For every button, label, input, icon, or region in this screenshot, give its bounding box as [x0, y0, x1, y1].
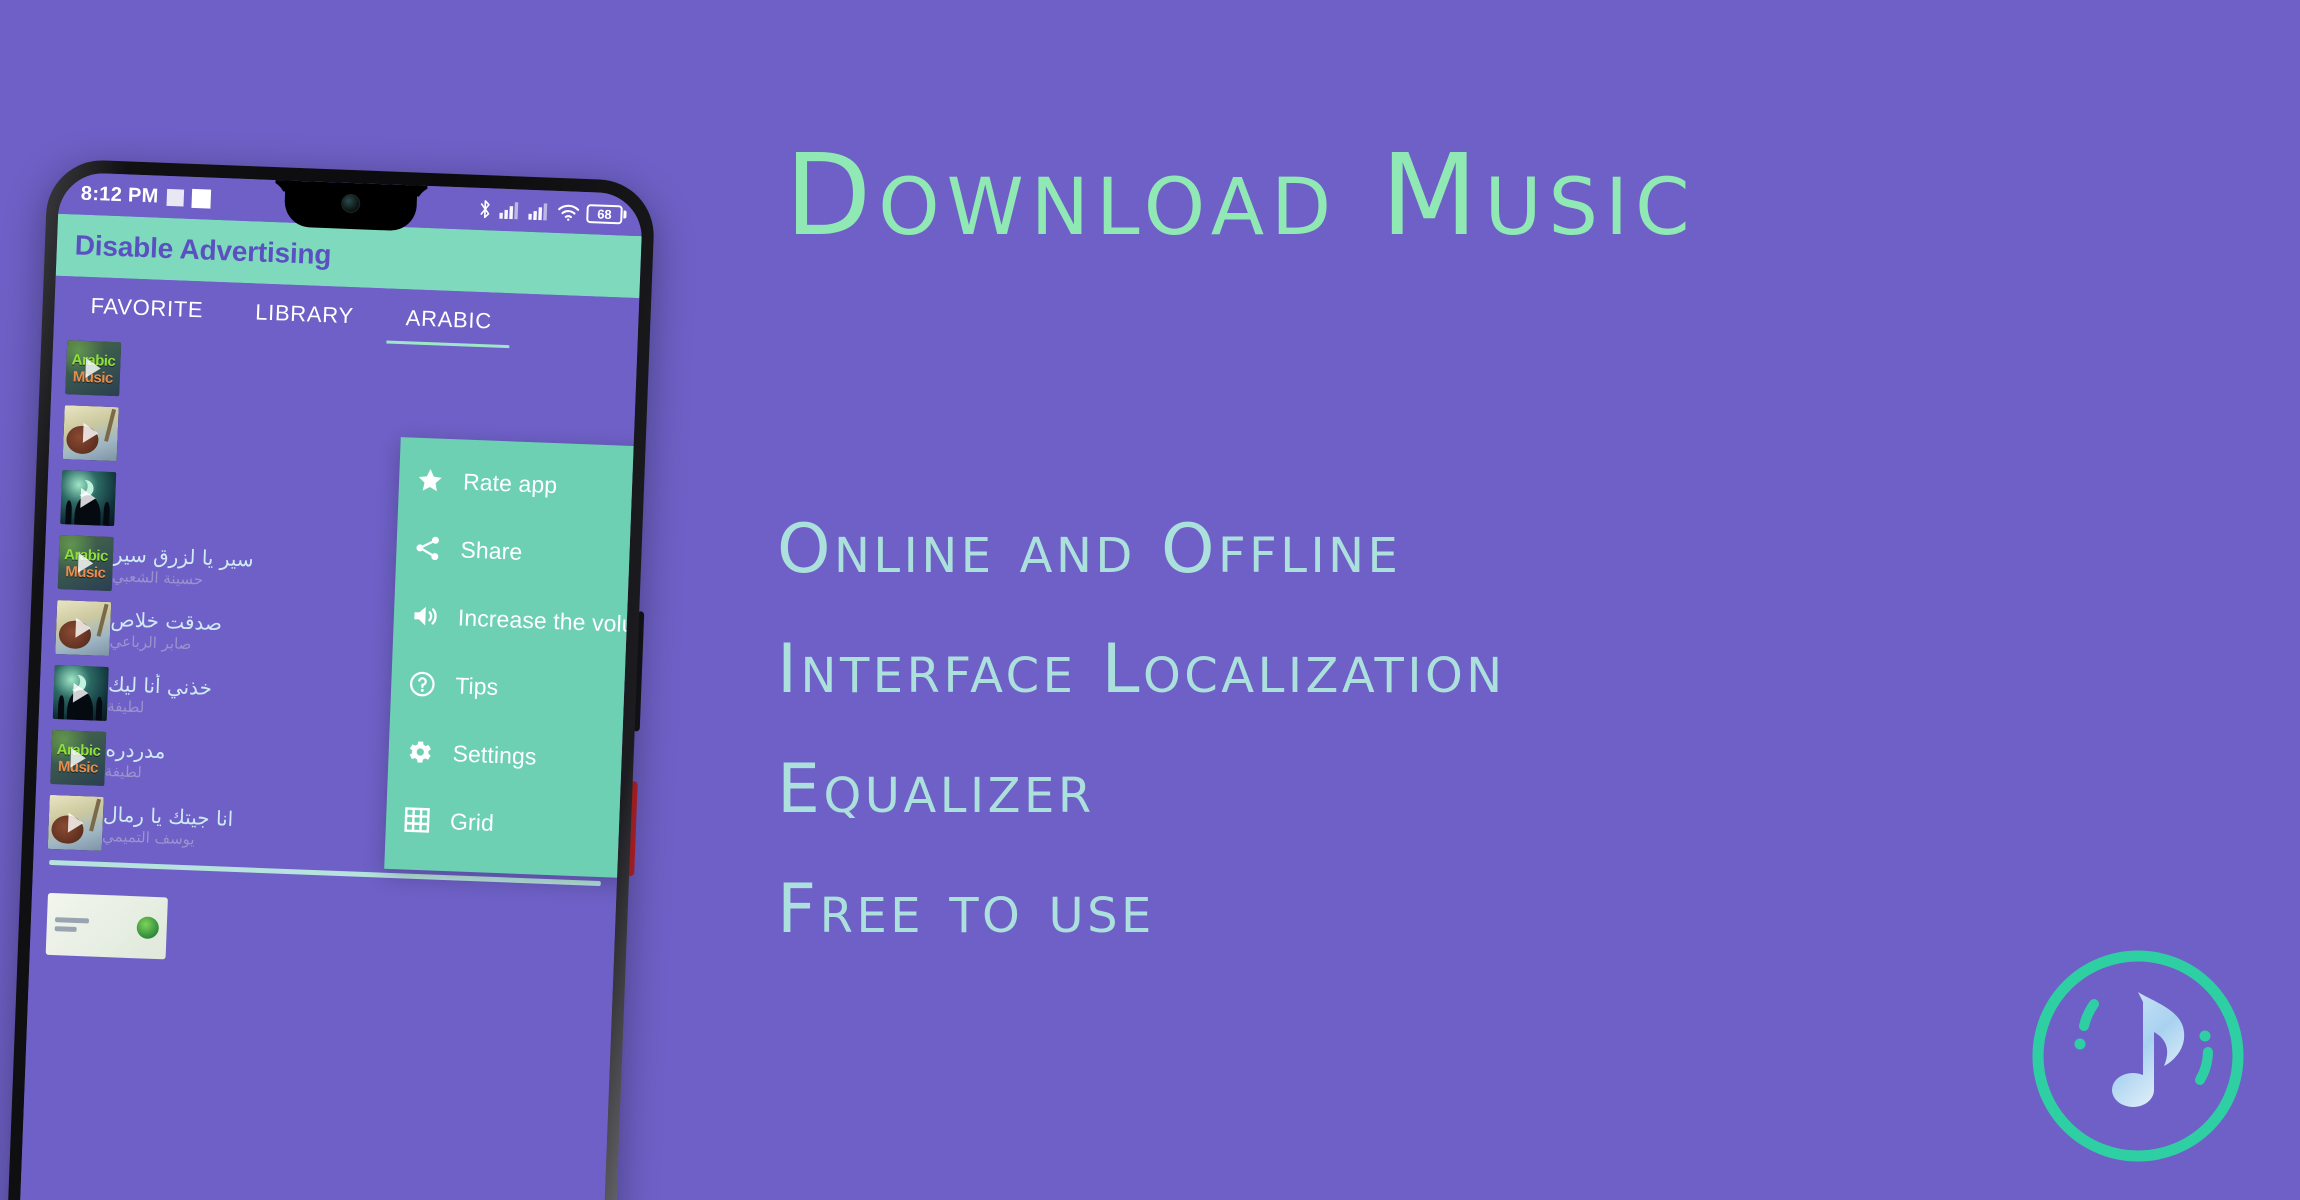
feature-item: Free to use	[777, 870, 1155, 949]
ad-banner-slot[interactable]	[45, 879, 600, 990]
notification-square-bright-icon	[191, 188, 211, 209]
album-art-thumbnail[interactable]	[55, 599, 112, 656]
tab-library[interactable]: LIBRARY	[228, 282, 381, 346]
page-title: Download Music	[785, 131, 1697, 261]
menu-item-settings[interactable]: Settings	[387, 717, 643, 796]
tab-favorite[interactable]: FAVORITE	[63, 276, 230, 340]
gear-icon	[404, 736, 435, 767]
song-artist: يوسف التميمي	[101, 826, 195, 848]
song-artist: لطيفة	[104, 761, 143, 781]
feature-item: Online and Offline	[777, 510, 1402, 589]
play-icon	[82, 422, 99, 443]
feature-item: Interface Localization	[777, 630, 1506, 709]
battery-level: 68	[586, 203, 623, 224]
play-icon	[85, 357, 102, 378]
signal-bars-icon	[528, 202, 551, 221]
album-art-thumbnail[interactable]	[52, 664, 109, 721]
status-clock: 8:12 PM	[80, 182, 159, 208]
album-art-thumbnail[interactable]: Arabic Music	[50, 729, 107, 786]
front-camera-icon	[340, 193, 361, 214]
notification-square-icon	[166, 188, 184, 207]
share-icon	[412, 533, 443, 564]
signal-bars-icon	[499, 201, 522, 220]
overflow-menu[interactable]: Rate app Share Increase the volume Tips …	[384, 437, 644, 880]
menu-item-grid[interactable]: Grid	[385, 785, 643, 864]
phone-body: 8:12 PM 68 Disable Advertising FAVORITE …	[5, 158, 656, 1200]
phone-mockup: 8:12 PM 68 Disable Advertising FAVORITE …	[5, 158, 656, 1200]
menu-item-increase-the-volume[interactable]: Increase the volume	[393, 581, 644, 660]
menu-item-share[interactable]: Share	[395, 513, 643, 592]
album-art-thumbnail[interactable]	[47, 794, 104, 851]
help-circle-icon	[407, 669, 438, 700]
phone-screen: 8:12 PM 68 Disable Advertising FAVORITE …	[17, 171, 644, 1200]
globe-icon	[136, 916, 160, 940]
volume-icon	[409, 601, 440, 632]
song-artist: حسينة الشعبي	[111, 566, 204, 589]
play-icon	[67, 812, 84, 833]
play-icon	[70, 747, 87, 768]
menu-item-label: Increase the volume	[457, 603, 644, 638]
grid-icon	[402, 804, 433, 835]
play-icon	[77, 552, 94, 573]
phone-notch	[283, 180, 418, 232]
menu-item-label: Rate app	[462, 468, 558, 498]
feature-item: Equalizer	[777, 750, 1095, 829]
ad-text-placeholder	[54, 917, 90, 932]
status-bar-left: 8:12 PM	[80, 182, 211, 210]
star-icon	[415, 465, 446, 496]
album-art-thumbnail[interactable]	[60, 469, 117, 526]
feature-list: Online and Offline Interface Localizatio…	[777, 490, 2137, 970]
battery-nub	[623, 210, 627, 219]
album-art-thumbnail[interactable]: Arabic Music	[65, 339, 122, 396]
menu-item-rate-app[interactable]: Rate app	[398, 445, 643, 524]
play-icon	[75, 617, 92, 638]
bluetooth-icon	[477, 199, 493, 220]
menu-item-label: Settings	[452, 739, 538, 770]
song-artist: صابر الرباعي	[109, 631, 192, 653]
menu-item-label: Share	[460, 535, 523, 565]
promo-banner: 8:12 PM 68 Disable Advertising FAVORITE …	[0, 0, 2300, 1200]
album-art-thumbnail[interactable]: Arabic Music	[57, 534, 114, 591]
battery-indicator: 68	[586, 203, 627, 225]
wifi-icon	[557, 203, 580, 222]
disable-advertising-label[interactable]: Disable Advertising	[74, 229, 332, 271]
album-art-thumbnail[interactable]	[62, 404, 119, 461]
menu-item-tips[interactable]: Tips	[390, 649, 643, 728]
status-bar-right: 68	[477, 199, 627, 225]
song-artist: لطيفة	[106, 696, 145, 716]
menu-item-label: Tips	[454, 671, 499, 700]
song-title: مدردره	[105, 736, 166, 763]
play-icon	[72, 682, 89, 703]
menu-item-label: Grid	[449, 807, 495, 836]
play-icon	[80, 487, 97, 508]
tab-arabic[interactable]: ARABIC	[379, 288, 519, 351]
ad-banner-card[interactable]	[45, 892, 168, 960]
music-note-logo	[2022, 940, 2254, 1172]
song-meta	[120, 369, 622, 388]
